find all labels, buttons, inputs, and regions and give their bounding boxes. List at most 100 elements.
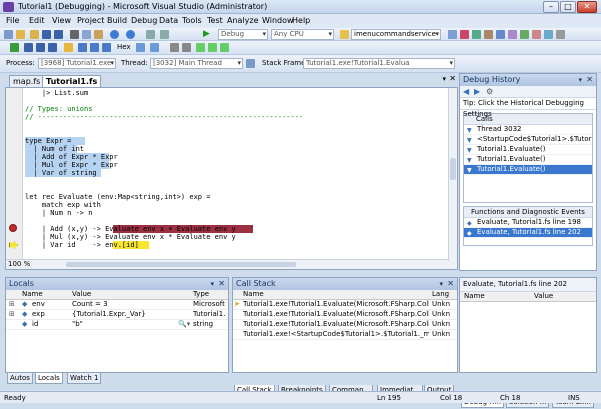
call-item[interactable]: ▼ Tutorial1.Evaluate() [464,155,592,165]
editor-vscroll[interactable] [448,88,457,261]
expand-icon[interactable]: ▼ [467,146,472,154]
zoom-level[interactable]: 100 % [8,260,30,268]
menu-tools[interactable]: Tools [182,16,202,25]
tab-locals[interactable]: Locals [35,373,63,384]
tip-text[interactable]: Tip: Click the Historical Debugging Sett… [460,98,596,118]
expand-icon[interactable]: ▼ [467,166,472,174]
new-project-icon[interactable] [4,30,13,39]
table-row[interactable]: ⊞ ◆ env Count = 3 Microsoft [6,300,228,310]
close-document-icon[interactable]: ✕ [449,74,456,83]
close-panel-icon[interactable]: ✕ [447,278,454,289]
settings-icon[interactable]: ⚙ [486,87,493,96]
solution-explorer-icon[interactable] [448,30,457,39]
column-name[interactable]: Name [464,292,485,301]
close-panel-icon[interactable]: ✕ [218,278,225,289]
restart-icon[interactable] [48,43,57,52]
cut-icon[interactable] [70,30,79,39]
menu-debug[interactable]: Debug [131,16,157,25]
navigate-forward-icon[interactable] [160,30,169,39]
expand-icon[interactable]: ▼ [467,126,472,134]
column-type[interactable]: Type [193,290,209,299]
call-item-selected[interactable]: ▼ Tutorial1.Evaluate() [464,165,592,175]
process-combo[interactable]: [3968] Tutorial1.exe [38,58,116,69]
menu-help[interactable]: Help [292,16,310,25]
start-debugging-icon[interactable]: ▶ [203,30,212,39]
find-combo[interactable]: imenucommandservice [351,29,441,40]
close-panel-icon[interactable]: ✕ [586,74,593,85]
event-item[interactable]: ◆ Evaluate, Tutorial1.fs line 198 [464,218,592,228]
team-explorer-icon[interactable] [520,30,529,39]
table-row[interactable]: Tutorial1.exe!Tutorial1.Evaluate(Microso… [233,320,457,330]
breakpoint-icon[interactable] [9,224,17,232]
table-row[interactable]: ➤ Tutorial1.exe!Tutorial1.Evaluate(Micro… [233,300,457,310]
stop-debugging-icon[interactable] [36,43,45,52]
column-language[interactable]: Lang [432,290,449,299]
call-item[interactable]: ▼ <StartupCode$Tutorial1>.$Tutorial_... [464,135,592,145]
menu-project[interactable]: Project [77,16,104,25]
menu-analyze[interactable]: Analyze [227,16,259,25]
pin-icon[interactable]: ▾ [210,279,214,290]
column-name[interactable]: Name [22,290,43,299]
expand-icon[interactable]: ⊞ [9,310,15,319]
toolbox-icon[interactable] [484,30,493,39]
command-window-icon[interactable] [532,30,541,39]
expand-icon[interactable]: ⊞ [9,300,15,309]
menu-edit[interactable]: Edit [29,16,45,25]
pin-icon[interactable]: ▾ [439,279,443,290]
visualizer-icon[interactable]: 🔍▾ [178,320,190,329]
tab-tutorial1-fs[interactable]: Tutorial1.fs [42,75,102,87]
code-editor[interactable]: |> List.sum // Types: unions // --------… [5,87,458,270]
redo-icon[interactable] [126,30,135,39]
paste-icon[interactable] [94,30,103,39]
table-row[interactable]: Tutorial1.exe!<StartupCode$Tutorial1>.$T… [233,330,457,340]
menu-data[interactable]: Data [159,16,178,25]
call-item[interactable]: ▼ Thread 3032 [464,125,592,135]
column-value[interactable]: Value [72,290,91,299]
hex-toggle[interactable]: Hex [117,43,131,51]
break-all-icon[interactable] [24,43,33,52]
menu-view[interactable]: View [52,16,71,25]
back-icon[interactable]: ◀ [463,87,469,96]
undo-icon[interactable] [110,30,119,39]
properties-icon[interactable] [460,30,469,39]
tab-map-fs[interactable]: map.fs [9,75,45,87]
solution-configuration-combo[interactable]: Debug [218,29,268,40]
pin-icon[interactable]: ▾ [578,75,582,86]
column-value[interactable]: Value [534,292,553,301]
menu-file[interactable]: File [6,16,19,25]
add-item-icon[interactable] [16,30,25,39]
uncomment-icon[interactable] [182,43,191,52]
server-explorer-icon[interactable] [544,30,553,39]
start-page-icon[interactable] [496,30,505,39]
stack-frame-combo[interactable]: Tutorial1.exe!Tutorial1.Evalua [303,58,455,69]
debug-windows-icon[interactable] [150,43,159,52]
prev-bookmark-icon[interactable] [208,43,217,52]
comment-icon[interactable] [170,43,179,52]
toolbar-options-icon[interactable] [556,30,565,39]
open-file-icon[interactable] [30,30,39,39]
column-name[interactable]: Name [243,290,264,299]
breakpoints-window-icon[interactable] [136,43,145,52]
expand-icon[interactable]: ▼ [467,156,472,164]
copy-icon[interactable] [82,30,91,39]
step-into-icon[interactable] [78,43,87,52]
table-row[interactable]: Tutorial1.exe!Tutorial1.Evaluate(Microso… [233,310,457,320]
toggle-flag-icon[interactable] [246,59,255,68]
object-browser-icon[interactable] [472,30,481,39]
table-row[interactable]: ⊞ ◆ exp {Tutorial1.Expr._Var} Tutorial1. [6,310,228,320]
show-next-statement-icon[interactable] [64,43,73,52]
maximize-button[interactable]: □ [560,1,576,13]
tab-watch-1[interactable]: Watch 1 [67,373,102,384]
table-row[interactable]: ◆ id "b" 🔍▾ string [6,320,228,330]
menu-window[interactable]: Window [262,16,294,25]
close-button[interactable]: ✕ [577,1,597,13]
find-in-files-icon[interactable] [340,30,349,39]
menu-test[interactable]: Test [207,16,223,25]
call-item[interactable]: ▼ Tutorial1.Evaluate() [464,145,592,155]
tab-dropdown-icon[interactable]: ▾ [442,75,446,83]
step-over-icon[interactable] [90,43,99,52]
vscroll-thumb[interactable] [450,158,456,180]
minimize-button[interactable]: – [543,1,559,13]
solution-platform-combo[interactable]: Any CPU [271,29,334,40]
editor-hscroll[interactable]: 100 % [6,259,457,269]
